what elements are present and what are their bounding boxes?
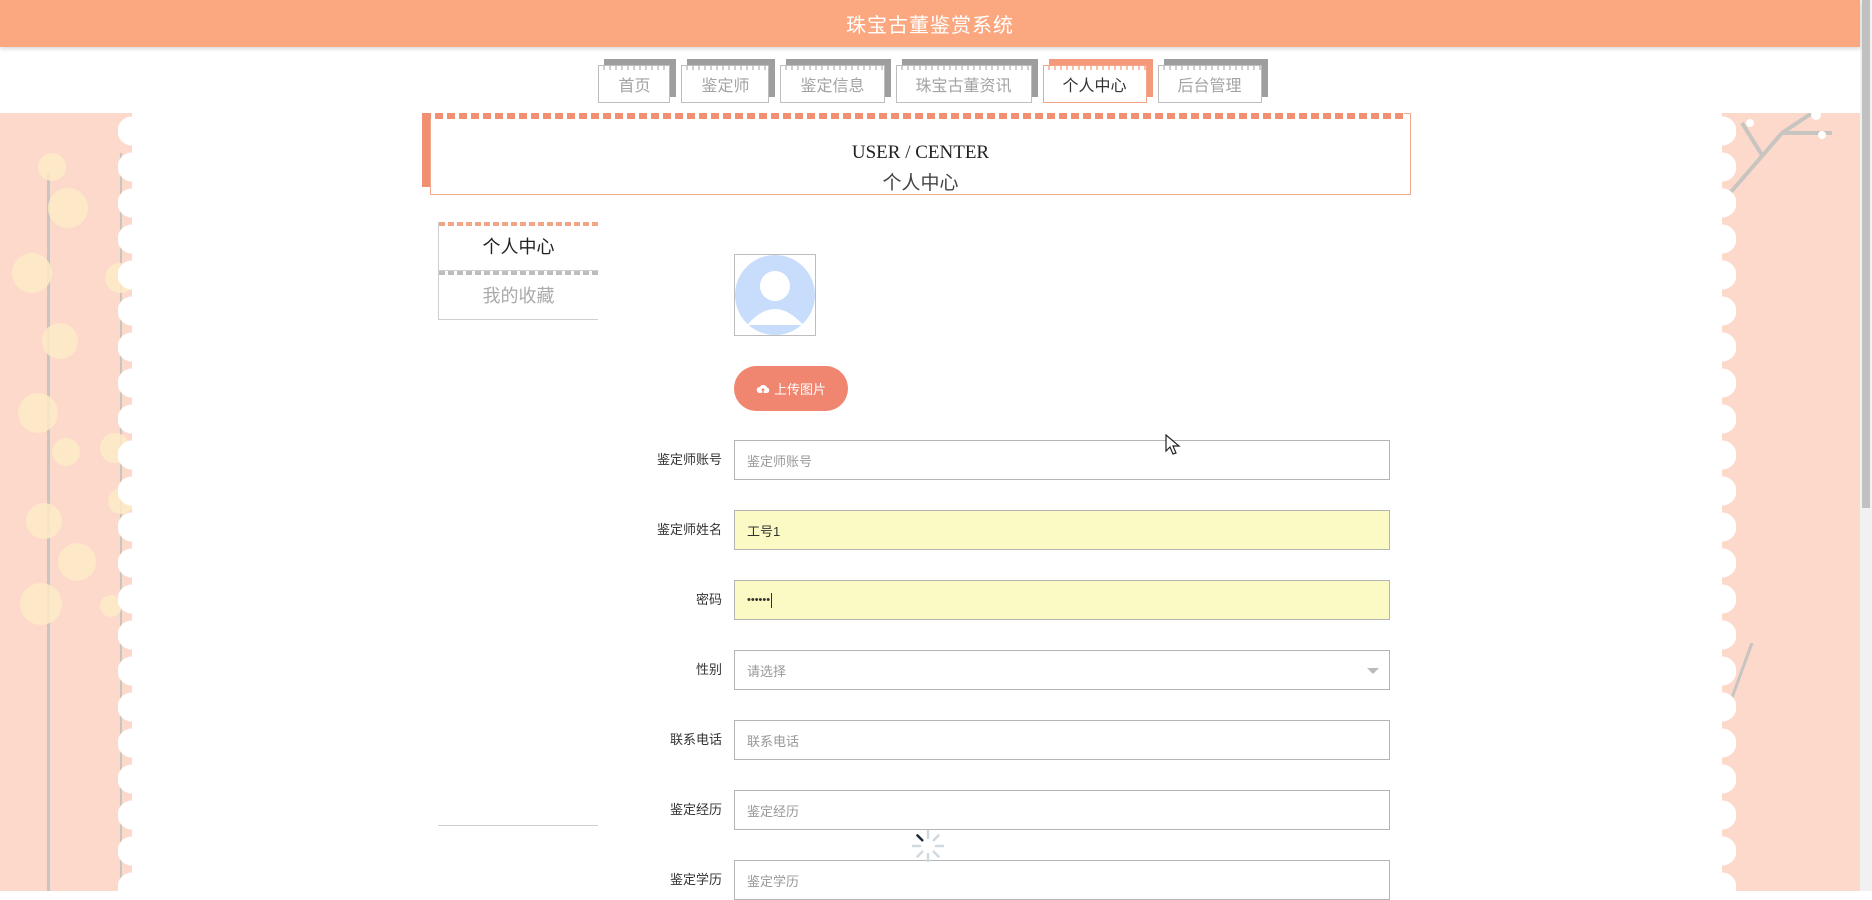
menu-divider	[438, 825, 598, 826]
side-menu: 个人中心 我的收藏	[438, 222, 598, 320]
banner-title-cn: 个人中心	[882, 173, 959, 194]
form-row-account: 鉴定师账号 鉴定师账号	[600, 440, 1390, 480]
text-caret	[771, 592, 773, 608]
form-row-education: 鉴定学历 鉴定学历	[600, 860, 1390, 900]
nav-tab-appraisers[interactable]: 鉴定师	[681, 65, 770, 103]
app-header: 珠宝古董鉴赏系统	[0, 0, 1860, 47]
education-input[interactable]: 鉴定学历	[734, 860, 1390, 900]
phone-label: 联系电话	[669, 732, 722, 747]
upload-image-button[interactable]: 上传图片	[734, 366, 848, 411]
experience-placeholder: 鉴定经历	[747, 803, 800, 819]
upload-button-label: 上传图片	[773, 382, 826, 397]
form-row-password: 密码 ••••••	[600, 580, 1390, 620]
nav-tab-home[interactable]: 首页	[598, 65, 671, 103]
education-label: 鉴定学历	[669, 872, 722, 887]
name-label: 鉴定师姓名	[656, 522, 722, 537]
gender-select[interactable]: 请选择	[734, 650, 1390, 690]
nav-tab-appraisal-info[interactable]: 鉴定信息	[780, 65, 885, 103]
mouse-pointer-icon	[1165, 434, 1181, 455]
phone-input[interactable]: 联系电话	[734, 720, 1390, 760]
default-avatar-icon	[735, 255, 815, 335]
avatar	[734, 254, 816, 336]
password-label: 密码	[695, 592, 722, 607]
name-input[interactable]: 工号1	[734, 510, 1390, 550]
nav-tab-admin[interactable]: 后台管理	[1157, 65, 1262, 103]
form-row-name: 鉴定师姓名 工号1	[600, 510, 1390, 550]
scrollbar-thumb[interactable]	[1862, 0, 1870, 508]
phone-placeholder: 联系电话	[747, 733, 800, 749]
left-decoration	[0, 113, 132, 891]
form-row-experience: 鉴定经历 鉴定经历	[600, 790, 1390, 830]
right-decoration	[1722, 113, 1860, 891]
account-input[interactable]: 鉴定师账号	[734, 440, 1390, 480]
experience-label: 鉴定经历	[669, 802, 722, 817]
form-row-phone: 联系电话 联系电话	[600, 720, 1390, 760]
menu-item-label: 个人中心	[482, 237, 555, 257]
chevron-down-icon	[1367, 668, 1379, 674]
gender-placeholder: 请选择	[747, 663, 787, 679]
cloud-upload-icon	[756, 384, 770, 393]
gender-label: 性别	[695, 662, 722, 677]
app-title: 珠宝古董鉴赏系统	[846, 15, 1014, 37]
menu-item-label: 我的收藏	[482, 286, 555, 306]
menu-item-user-center[interactable]: 个人中心	[438, 222, 598, 271]
loading-spinner-icon	[911, 829, 945, 863]
main-nav: 首页 鉴定师 鉴定信息 珠宝古董资讯 个人中心 后台管理	[0, 47, 1860, 113]
nav-tab-news[interactable]: 珠宝古董资讯	[895, 65, 1032, 103]
password-input[interactable]: ••••••	[734, 580, 1390, 620]
education-placeholder: 鉴定学历	[747, 873, 800, 889]
name-value: 工号1	[747, 523, 781, 539]
account-placeholder: 鉴定师账号	[747, 453, 813, 469]
page-scrollbar[interactable]	[1860, 0, 1872, 891]
section-banner: USER / CENTER 个人中心	[423, 113, 1411, 195]
experience-input[interactable]: 鉴定经历	[734, 790, 1390, 830]
banner-title-en: USER / CENTER	[851, 142, 990, 163]
form-row-gender: 性别 请选择	[600, 650, 1390, 690]
menu-item-favorites[interactable]: 我的收藏	[438, 271, 598, 320]
account-label: 鉴定师账号	[656, 452, 722, 467]
nav-tab-user-center[interactable]: 个人中心	[1042, 65, 1147, 103]
password-value: ••••••	[747, 594, 771, 606]
